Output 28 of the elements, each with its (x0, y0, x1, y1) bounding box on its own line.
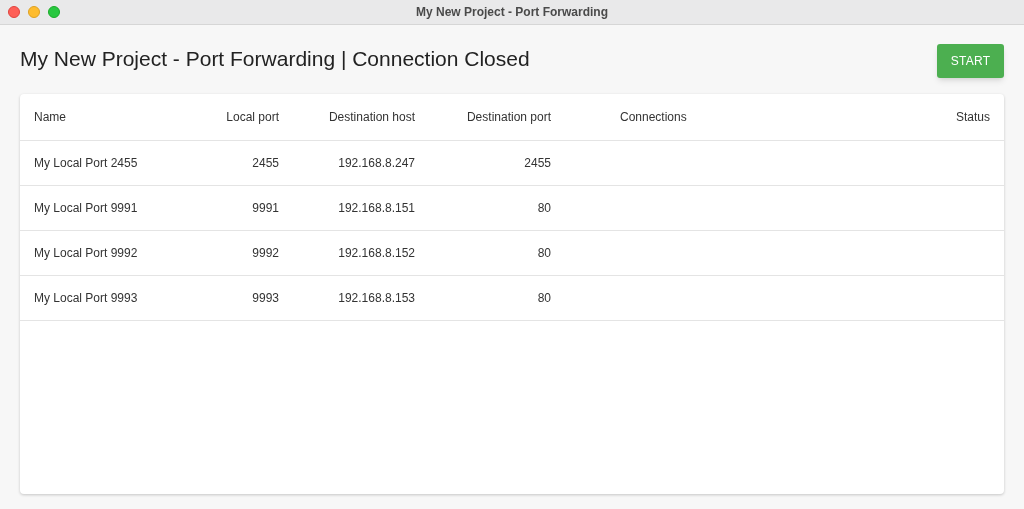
table-cell-text: 192.168.8.151 (337, 200, 415, 217)
table-cell-text: 80 (536, 200, 551, 217)
window-title: My New Project - Port Forwarding (416, 4, 608, 21)
column-header: Destination host (327, 109, 415, 126)
column-header: Destination port (465, 109, 551, 126)
table-cell-text: 9991 (251, 200, 279, 217)
page-heading: My New Project - Port Forwarding | Connection Closed (20, 46, 530, 72)
table-cell-text: 9992 (251, 245, 279, 262)
column-header: Connections (619, 109, 688, 126)
column-header: Local port (225, 109, 279, 126)
table-cell-text: 192.168.8.152 (337, 245, 415, 262)
table-cell-text: 2455 (251, 155, 279, 172)
start-button[interactable]: START (937, 44, 1004, 78)
column-header: Status (955, 109, 991, 126)
table-cell-text: 80 (536, 245, 551, 262)
table-cell-text: My Local Port 9993 (33, 290, 139, 307)
table-cell-text: 80 (536, 290, 551, 307)
table-cell-text: 192.168.8.247 (337, 155, 415, 172)
table-cell-text: My Local Port 2455 (33, 155, 139, 172)
table-cell-text: 9993 (251, 290, 279, 307)
minimize-icon[interactable] (28, 6, 40, 18)
maximize-icon[interactable] (48, 6, 60, 18)
table-cell-text: My Local Port 9991 (33, 200, 139, 217)
column-header: Name (33, 109, 67, 126)
table-cell-text: 192.168.8.153 (337, 290, 415, 307)
table-cell-text: My Local Port 9992 (33, 245, 139, 262)
close-icon[interactable] (8, 6, 20, 18)
table-cell-text: 2455 (523, 155, 551, 172)
